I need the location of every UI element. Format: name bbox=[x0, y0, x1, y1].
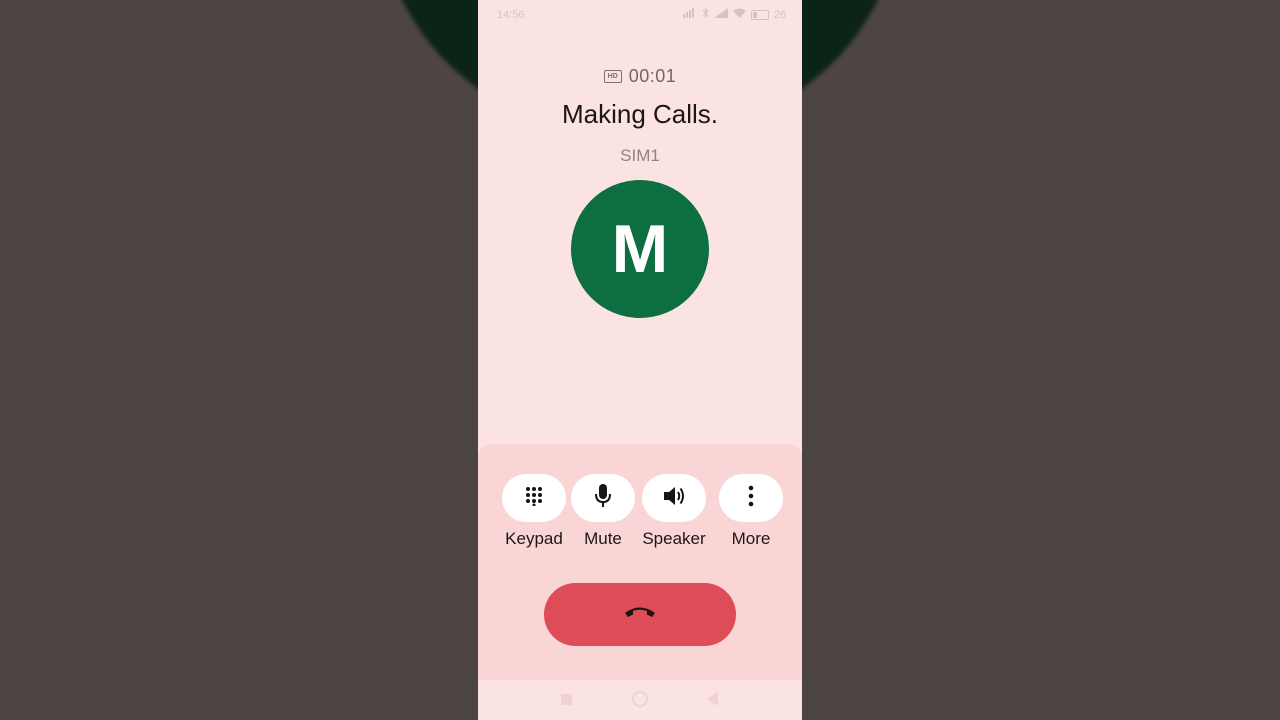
keypad-label: Keypad bbox=[505, 529, 563, 548]
battery-icon bbox=[750, 9, 769, 20]
more-label: More bbox=[731, 529, 771, 548]
bluetooth-icon bbox=[702, 7, 709, 21]
keypad-button[interactable] bbox=[502, 474, 566, 522]
speaker-control: Speaker bbox=[639, 474, 709, 549]
more-vert-icon bbox=[748, 485, 754, 512]
call-timer-row: HD 00:01 bbox=[478, 64, 802, 88]
wifi-icon bbox=[732, 8, 746, 21]
avatar: M bbox=[571, 180, 709, 318]
mute-control: Mute bbox=[568, 474, 638, 549]
status-time: 14:56 bbox=[497, 9, 525, 21]
microphone-icon bbox=[594, 483, 612, 514]
phone-screen: 14:56 26 HD 00:01 Making Calls. SIM1 M K… bbox=[478, 0, 802, 720]
hd-icon: HD bbox=[603, 69, 622, 83]
speaker-button[interactable] bbox=[642, 474, 706, 522]
network-icon bbox=[682, 8, 697, 21]
battery-level: 26 bbox=[773, 8, 786, 21]
status-bar: 14:56 26 bbox=[478, 0, 802, 32]
caller-name: Making Calls. bbox=[561, 99, 719, 129]
mute-button[interactable] bbox=[571, 474, 635, 522]
call-timer: 00:01 bbox=[628, 65, 677, 86]
call-end-icon bbox=[623, 605, 657, 624]
home-icon[interactable] bbox=[632, 691, 648, 707]
navigation-bar bbox=[478, 680, 802, 720]
recents-icon[interactable] bbox=[561, 694, 572, 705]
keypad-control: Keypad bbox=[499, 474, 569, 549]
more-control: More bbox=[716, 474, 786, 549]
status-icons: 26 bbox=[682, 7, 786, 21]
end-call-button[interactable] bbox=[544, 583, 736, 646]
speaker-label: Speaker bbox=[642, 529, 706, 548]
sim-label: SIM1 bbox=[620, 146, 660, 165]
speaker-icon bbox=[662, 485, 686, 512]
signal-icon bbox=[713, 8, 728, 21]
mute-label: Mute bbox=[584, 529, 622, 548]
back-icon[interactable] bbox=[707, 692, 718, 706]
dialpad-icon bbox=[525, 486, 543, 511]
more-button[interactable] bbox=[719, 474, 783, 522]
